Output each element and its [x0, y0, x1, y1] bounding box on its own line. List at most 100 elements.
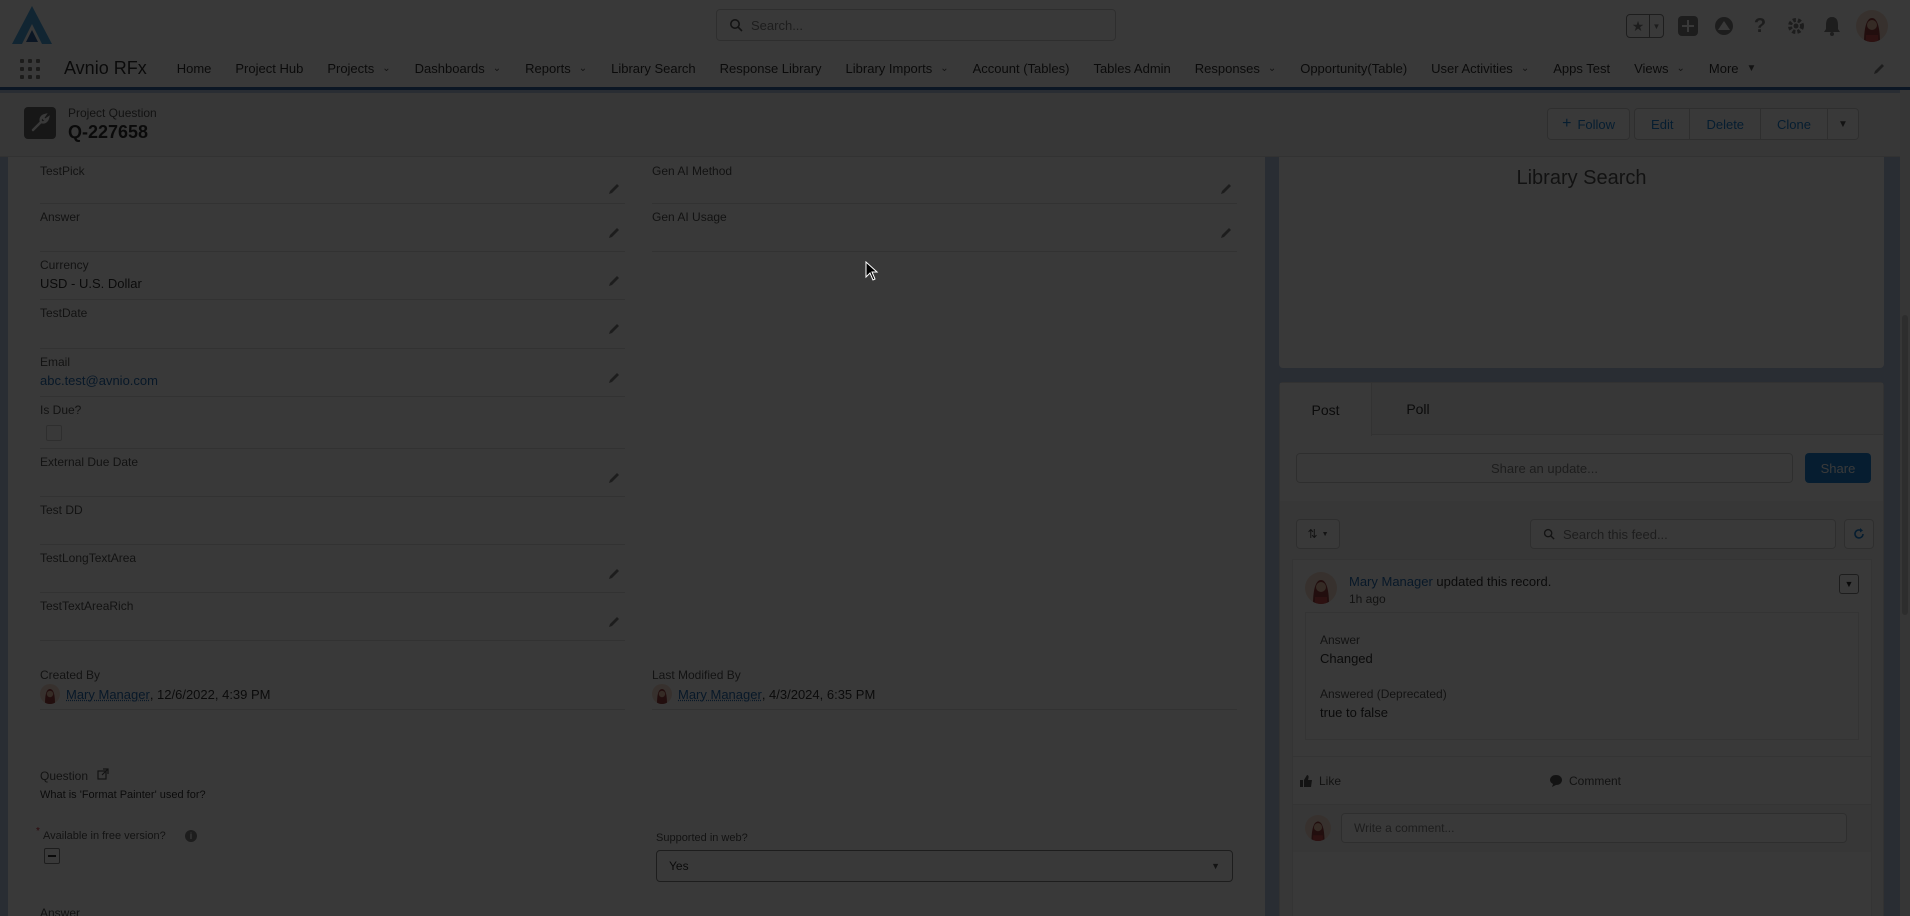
field-external-due-date: External Due Date: [40, 449, 625, 497]
write-comment-input[interactable]: Write a comment...: [1341, 813, 1847, 843]
edit-pencil-icon[interactable]: [607, 226, 621, 240]
chevron-down-icon[interactable]: ⌄: [1677, 63, 1685, 74]
edit-pencil-icon[interactable]: [607, 567, 621, 581]
search-icon: [1543, 528, 1555, 540]
nav-item-response-library[interactable]: Response Library: [708, 50, 834, 87]
edit-pencil-icon[interactable]: [607, 615, 621, 629]
scrollbar-thumb[interactable]: [1902, 315, 1908, 615]
share-button[interactable]: Share: [1805, 453, 1871, 483]
comment-button[interactable]: Comment: [1549, 774, 1621, 788]
user-avatar: [1305, 815, 1331, 841]
help-icon[interactable]: ?: [1748, 14, 1772, 38]
sort-feed-button[interactable]: ⇅ ▼: [1296, 519, 1340, 549]
feed-post: Mary Manager updated this record. 1h ago…: [1292, 559, 1872, 916]
nav-item-user-activities[interactable]: User Activities ⌄: [1419, 50, 1541, 87]
field-testlongtextarea: TestLongTextArea: [40, 545, 625, 593]
edit-pencil-icon[interactable]: [607, 471, 621, 485]
edit-pencil-icon[interactable]: [607, 322, 621, 336]
post-user-link[interactable]: Mary Manager: [1349, 574, 1433, 589]
mouse-cursor-icon: [865, 261, 879, 281]
record-title: Q-227658: [68, 122, 149, 142]
chevron-down-icon[interactable]: ⌄: [579, 63, 587, 74]
page-scrollbar[interactable]: [1900, 90, 1910, 916]
edit-pencil-icon[interactable]: [1219, 226, 1233, 240]
field-last-modified-by: Last Modified By Mary Manager , 4/3/2024…: [652, 662, 1237, 710]
comment-icon: [1550, 774, 1562, 787]
supported-web-label: Supported in web?: [656, 832, 748, 844]
favorites-star-icon[interactable]: ★: [1627, 15, 1649, 37]
modified-date: , 4/3/2024, 6:35 PM: [761, 686, 876, 702]
nav-item-home[interactable]: Home: [165, 50, 224, 87]
global-search-input[interactable]: Search...: [716, 9, 1116, 41]
nav-item-responses[interactable]: Responses ⌄: [1183, 50, 1288, 87]
available-free-checkbox[interactable]: [44, 848, 60, 864]
nav-item-tables-admin[interactable]: Tables Admin: [1081, 50, 1182, 87]
nav-item-more[interactable]: More ▼: [1697, 50, 1769, 87]
tracked-changes-box: Answer Changed Answered (Deprecated) tru…: [1305, 612, 1859, 740]
tab-poll[interactable]: Poll: [1372, 383, 1464, 434]
nav-item-library-imports[interactable]: Library Imports ⌄: [834, 50, 961, 87]
nav-item-projects[interactable]: Projects ⌄: [315, 50, 402, 87]
field-gen-ai-usage: Gen AI Usage: [652, 204, 1237, 252]
global-create-icon[interactable]: [1676, 14, 1700, 38]
sort-icon: ⇅: [1307, 527, 1318, 541]
trailhead-icon[interactable]: [1712, 14, 1736, 38]
edit-pencil-icon[interactable]: [607, 274, 621, 288]
app-launcher-icon[interactable]: [18, 57, 42, 81]
edit-button[interactable]: Edit: [1634, 108, 1691, 140]
info-icon[interactable]: i: [185, 830, 197, 842]
like-button[interactable]: Like: [1299, 774, 1341, 788]
created-by-user-link[interactable]: Mary Manager: [66, 687, 150, 702]
edit-pencil-icon[interactable]: [607, 371, 621, 385]
post-timestamp[interactable]: 1h ago: [1349, 592, 1386, 606]
nav-item-dashboards[interactable]: Dashboards ⌄: [403, 50, 514, 87]
refresh-icon[interactable]: [1844, 519, 1874, 549]
nav-item-opportunity-table[interactable]: Opportunity(Table): [1288, 50, 1419, 87]
record-detail-panel: TestPick Answer Currency USD - U.S. Doll…: [8, 157, 1265, 916]
notifications-bell-icon[interactable]: [1820, 14, 1844, 38]
edit-nav-pencil-icon[interactable]: [1872, 62, 1886, 76]
nav-item-project-hub[interactable]: Project Hub: [223, 50, 315, 87]
app-name: Avnio RFx: [64, 58, 147, 78]
field-testtextarearich: TestTextAreaRich: [40, 593, 625, 641]
nav-item-apps-test[interactable]: Apps Test: [1541, 50, 1622, 87]
chevron-down-icon[interactable]: ⌄: [1521, 63, 1529, 74]
nav-item-views[interactable]: Views ⌄: [1622, 50, 1697, 87]
clone-button[interactable]: Clone: [1760, 108, 1828, 140]
is-due-checkbox[interactable]: [46, 425, 62, 441]
user-avatar-small: [40, 684, 60, 704]
avnio-logo-icon[interactable]: [10, 4, 54, 48]
favorites-group: ★ ▼: [1626, 14, 1664, 38]
search-feed-input[interactable]: Search this feed...: [1530, 519, 1836, 549]
more-actions-chevron-down-icon[interactable]: ▼: [1827, 108, 1859, 140]
nav-item-library-search[interactable]: Library Search: [599, 50, 708, 87]
chevron-down-icon[interactable]: ⌄: [382, 63, 390, 74]
post-menu-chevron-down-icon[interactable]: ▼: [1839, 574, 1859, 594]
chevron-down-icon[interactable]: ⌄: [940, 63, 948, 74]
nav-item-account-tables[interactable]: Account (Tables): [961, 50, 1082, 87]
share-update-input[interactable]: Share an update...: [1296, 453, 1793, 483]
modified-by-user-link[interactable]: Mary Manager: [678, 687, 762, 702]
follow-button[interactable]: + Follow: [1547, 108, 1631, 140]
nav-item-reports[interactable]: Reports ⌄: [513, 50, 599, 87]
edit-pencil-icon[interactable]: [607, 182, 621, 196]
tab-post[interactable]: Post: [1280, 383, 1372, 436]
wrench-record-icon: [24, 107, 56, 139]
delete-button[interactable]: Delete: [1689, 108, 1762, 140]
chevron-down-icon[interactable]: ⌄: [1268, 63, 1276, 74]
chevron-down-icon[interactable]: ▼: [1747, 63, 1757, 74]
edit-pencil-icon[interactable]: [1219, 182, 1233, 196]
supported-web-select[interactable]: Yes ▼: [656, 850, 1233, 882]
user-avatar[interactable]: [1305, 572, 1337, 604]
user-avatar[interactable]: [1856, 10, 1888, 42]
setup-gear-icon[interactable]: [1784, 14, 1808, 38]
field-email: Email abc.test@avnio.com: [40, 349, 625, 397]
chatter-feed-card: Post Poll Share an update... Share ⇅ ▼ S…: [1279, 382, 1884, 916]
search-icon: [730, 19, 743, 32]
comment-row: Write a comment...: [1293, 804, 1871, 852]
external-link-icon[interactable]: [97, 768, 109, 780]
email-link[interactable]: abc.test@avnio.com: [40, 373, 158, 388]
field-test-dd: Test DD: [40, 497, 625, 545]
favorites-dropdown-icon[interactable]: ▼: [1649, 15, 1663, 37]
chevron-down-icon[interactable]: ⌄: [493, 63, 501, 74]
